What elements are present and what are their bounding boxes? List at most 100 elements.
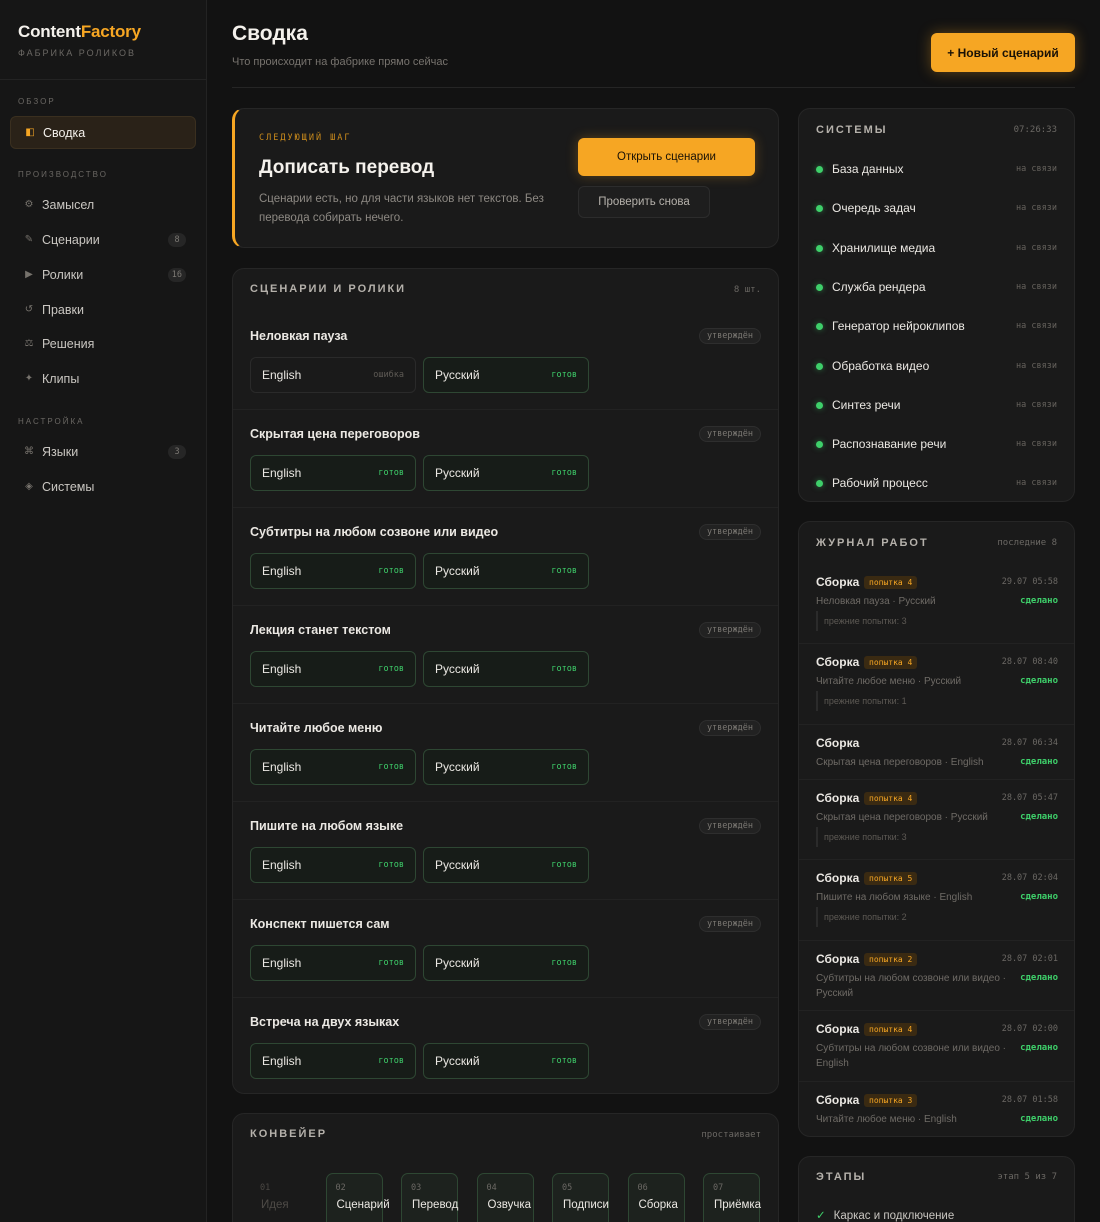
language-name: Русский [435, 1054, 480, 1068]
systems-card: СИСТЕМЫ 07:26:33 База данных на связи Очер… [798, 108, 1075, 502]
journal-time: 28.07 06:34 [1001, 738, 1058, 748]
language-status: готов [551, 1056, 577, 1066]
sidebar-item-idea[interactable]: ⚙ Замысел [10, 188, 196, 221]
decisions-icon: ⚖ [24, 338, 34, 349]
step-name: Перевод [412, 1199, 459, 1211]
system-status: на связи [1016, 321, 1057, 332]
language-status: готов [378, 1056, 404, 1066]
pipeline-card: КОНВЕЙЕР простаивает 01 Идея 02 Сценарий 03 П… [232, 1113, 779, 1222]
pipeline-step[interactable]: 01 Идея [250, 1173, 307, 1222]
pipeline-step[interactable]: 06 Сборка [627, 1173, 685, 1222]
journal-description: Читайте любое меню · English [816, 1114, 957, 1125]
journal-card: ЖУРНАЛ РАБОТ последние 8 Сборка попытка 4… [798, 521, 1075, 1137]
journal-result: сделано [1020, 1043, 1058, 1053]
pipeline-step[interactable]: 03 Перевод [401, 1173, 458, 1222]
script-row: Читайте любое меню утверждён English готов Р… [233, 661, 778, 802]
stages-meta: этап 5 из 7 [997, 1172, 1057, 1182]
pipeline-step[interactable]: 07 Приёмка [703, 1173, 762, 1222]
status-dot-icon [816, 441, 823, 449]
sidebar-item-languages[interactable]: ⌘ Языки 3 [10, 435, 196, 468]
sidebar-item-dashboard[interactable]: ◧ Сводка [10, 116, 196, 149]
step-name: Приёмка [714, 1199, 762, 1211]
sidebar: ContentFactory ФАБРИКА РОЛИКОВ ОБЗОР ◧ С… [0, 0, 207, 1222]
check-again-button[interactable]: Проверить снова [578, 186, 710, 218]
step-number: 02 [335, 1183, 346, 1193]
stages-card: ЭТАПЫ этап 5 из 7 ✓ Каркас и подключение [798, 1156, 1075, 1222]
sidebar-item-systems[interactable]: ◈ Системы [10, 470, 196, 503]
sidebar-item-videos[interactable]: ▶ Ролики 16 [10, 258, 196, 291]
nav-section-overview: ОБЗОР [18, 97, 56, 106]
script-row: Пишите на любом языке утверждён English гот… [233, 759, 778, 900]
pipeline-step[interactable]: 05 Подписи [552, 1173, 609, 1222]
brand-name: ContentFactory [18, 22, 141, 41]
sidebar-item-clips[interactable]: ✦ Клипы [10, 362, 196, 395]
open-scripts-button[interactable]: Открыть сценарии [578, 138, 755, 176]
attempt-badge: попытка 4 [864, 656, 918, 669]
journal-result: сделано [1020, 596, 1058, 606]
system-row: Очередь задач на связи [799, 189, 1074, 228]
step-number: 01 [260, 1183, 271, 1193]
script-row: Скрытая цена переговоров утверждён English… [233, 367, 778, 508]
script-name: Скрытая цена переговоров [250, 427, 420, 441]
journal-task: Сборка [816, 736, 860, 750]
sidebar-item-label: Клипы [42, 371, 80, 386]
journal-title: ЖУРНАЛ РАБОТ [816, 537, 929, 549]
journal-divider [799, 1081, 1074, 1082]
brand-subtitle: ФАБРИКА РОЛИКОВ [18, 48, 136, 58]
count-badge: 8 [168, 232, 186, 247]
journal-description: Пишите на любом языке · English [816, 892, 973, 903]
dashboard-icon: ◧ [25, 127, 35, 138]
sidebar-item-label: Правки [42, 302, 84, 317]
new-script-button[interactable]: + Новый сценарий [931, 33, 1075, 72]
script-name: Конспект пишется сам [250, 917, 390, 931]
sidebar-item-scripts[interactable]: ✎ Сценарии 8 [10, 223, 196, 256]
language-chip[interactable]: English готов [250, 1043, 416, 1079]
system-status: на связи [1016, 478, 1057, 489]
system-name: Распознавание речи [832, 437, 947, 452]
language-chip[interactable]: Русский готов [423, 1043, 589, 1079]
journal-description: Субтитры на любом созвоне или видео · Ру… [816, 973, 1006, 999]
system-name: Служба рендера [832, 279, 926, 294]
script-row: Неловкая пауза утверждён English ошибка Русс… [233, 269, 778, 410]
header-divider [232, 87, 1075, 88]
sidebar-item-label: Системы [42, 479, 95, 494]
status-dot-icon [816, 401, 823, 409]
system-row: Распознавание речи на связи [799, 425, 1074, 464]
status-badge: утверждён [698, 426, 761, 442]
pipeline-step[interactable]: 02 Сценарий [325, 1173, 390, 1222]
sidebar-item-decisions[interactable]: ⚖ Решения [10, 327, 196, 360]
system-status: на связи [1016, 281, 1057, 292]
system-status: на связи [1016, 360, 1057, 371]
step-number: 06 [637, 1183, 648, 1193]
step-number: 03 [411, 1183, 422, 1193]
journal-time: 28.07 02:04 [1001, 873, 1058, 883]
status-badge: утверждён [698, 818, 761, 834]
journal-divider [799, 859, 1074, 860]
page-title: Сводка [232, 22, 308, 45]
journal-result: сделано [1020, 757, 1058, 767]
pipeline-status: простаивает [701, 1130, 761, 1140]
sparkle-icon: ✦ [24, 373, 34, 384]
attempt-badge: попытка 4 [864, 792, 918, 805]
systems-clock: 07:26:33 [1013, 125, 1057, 135]
system-status: на связи [1016, 203, 1057, 214]
status-dot-icon [816, 205, 823, 213]
prev-attempts: прежние попытки: 1 [824, 696, 907, 706]
system-status: на связи [1016, 399, 1057, 410]
journal-result: сделано [1020, 892, 1058, 902]
journal-divider [799, 643, 1074, 644]
sidebar-item-revisions[interactable]: ↺ Правки [10, 293, 196, 326]
system-row: Служба рендера на связи [799, 268, 1074, 307]
attempt-badge: попытка 2 [864, 953, 918, 966]
system-row: Хранилище медиа на связи [799, 229, 1074, 268]
journal-description: Субтитры на любом созвоне или видео · En… [816, 1043, 1006, 1069]
sidebar-item-label: Языки [42, 444, 79, 459]
brand[interactable]: ContentFactory ФАБРИКА РОЛИКОВ [0, 0, 206, 80]
script-row: Лекция станет текстом утверждён English гот… [233, 563, 778, 704]
stage-item: ✓ Каркас и подключение [816, 1210, 955, 1222]
pipeline-step[interactable]: 04 Озвучка [476, 1173, 534, 1222]
journal-divider [799, 940, 1074, 941]
prev-attempts-line [816, 611, 818, 631]
step-name: Сборка [638, 1199, 678, 1211]
status-badge: утверждён [698, 622, 761, 638]
